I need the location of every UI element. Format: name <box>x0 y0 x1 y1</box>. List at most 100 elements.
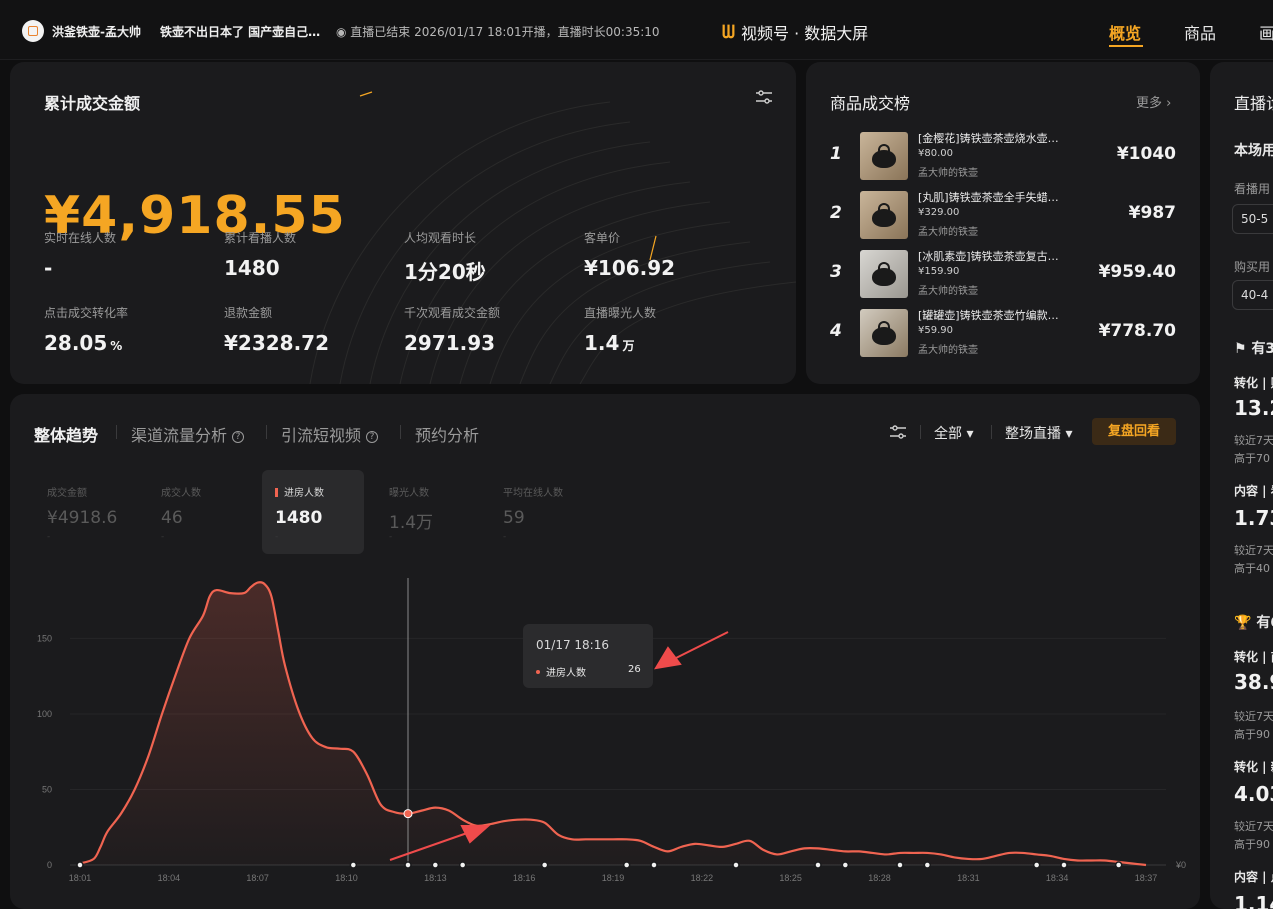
event-marker <box>732 861 740 869</box>
live-diagnosis-card: 直播诊 本场用 看播用 50-5 购买用 40-4 ⚑ 有3 转化 | 贩 13… <box>1210 62 1273 909</box>
event-marker <box>431 861 440 869</box>
tab-short-video[interactable]: 引流短视频? <box>281 422 379 446</box>
flag-icon: ⚑ <box>1234 341 1247 357</box>
kpi-value: ¥4918.6 <box>47 508 118 528</box>
diag-row-value: 4.03 <box>1234 782 1273 806</box>
product-shop: 孟大帅的铁壶 <box>918 227 978 238</box>
product-rank-card: 商品成交榜 更多 › 1 [金樱花]铸铁壶茶壶烧水壶… ¥80.00 孟大帅的铁… <box>806 62 1200 384</box>
metric-label: 客单价 <box>584 231 621 245</box>
product-price: ¥329.00 <box>918 207 960 218</box>
kpi-tile-active[interactable]: 进房人数 1480 - <box>262 470 364 554</box>
product-name: [冰肌素壶]铸铁壶茶壶复古… <box>918 250 1059 263</box>
kpi-label: 平均在线人数 <box>503 488 563 499</box>
tab-overall-trend[interactable]: 整体趋势 <box>34 422 98 446</box>
metric-label: 累计看播人数 <box>224 231 297 245</box>
kpi-label: 进房人数 <box>275 484 324 499</box>
filter-divider <box>991 425 992 439</box>
buy-user-pill: 40-4 <box>1232 280 1273 310</box>
product-thumbnail <box>860 309 908 357</box>
settings-sliders-icon[interactable] <box>888 423 908 441</box>
diag-row-value: 1.73 <box>1234 506 1273 530</box>
diagnosis-title: 直播诊 <box>1234 94 1273 113</box>
event-marker <box>349 861 358 869</box>
trend-line-chart[interactable]: 0 50 100 150 ¥0 18:01 18:04 18:07 18:10 18:13 18:1… <box>10 564 1200 909</box>
event-marker <box>1114 861 1123 869</box>
event-marker <box>923 861 932 869</box>
watch-user-label: 看播用 <box>1234 182 1271 196</box>
more-link[interactable]: 更多 › <box>1136 92 1171 111</box>
product-shop: 孟大帅的铁壶 <box>918 286 978 297</box>
event-marker <box>540 861 549 869</box>
tab-reservation[interactable]: 预约分析 <box>415 422 479 446</box>
replay-button[interactable]: 复盘回看 <box>1092 418 1176 445</box>
x-tick-label: 18:31 <box>957 873 980 883</box>
rank-item[interactable]: 2 [丸肌]铸铁壶茶壶全手失蜡… ¥329.00 孟大帅的铁壶 ¥987 <box>806 187 1200 243</box>
settings-sliders-icon[interactable] <box>754 88 774 106</box>
metric-label: 直播曝光人数 <box>584 306 657 320</box>
shop-logo <box>22 20 44 42</box>
tab-products[interactable]: 商品 <box>1184 20 1216 44</box>
tooltip-series: 进房人数 <box>536 664 586 679</box>
diag-row-value: 13.2 <box>1234 396 1273 420</box>
gmv-card: 累计成交金额 ¥4,918.55 实时在线人数 - 累计看播人数 1480 人均… <box>10 62 796 384</box>
kpi-value: 46 <box>161 508 183 528</box>
diag-row-higher: 高于70 <box>1234 452 1270 465</box>
chart-tooltip: 01/17 18:16 进房人数 26 <box>523 624 653 688</box>
trend-card: 整体趋势 渠道流量分析? 引流短视频? 预约分析 全部 ▾ 整场直播 ▾ 复盘回… <box>10 394 1200 909</box>
help-icon[interactable]: ? <box>232 431 245 443</box>
product-thumbnail <box>860 191 908 239</box>
tooltip-time: 01/17 18:16 <box>536 638 609 652</box>
kpi-tile[interactable]: 曝光人数 1.4万 - <box>376 470 478 554</box>
kpi-value: 1480 <box>275 508 323 528</box>
diag-row-compare: 较近7天 <box>1234 544 1273 557</box>
rank-number: 3 <box>830 262 842 282</box>
rank-title: 商品成交榜 <box>830 94 911 113</box>
rank-item[interactable]: 3 [冰肌素壶]铸铁壶茶壶复古… ¥159.90 孟大帅的铁壶 ¥959.40 <box>806 246 1200 302</box>
kpi-compare: - <box>503 532 507 542</box>
event-marker <box>458 861 467 869</box>
product-price: ¥59.90 <box>918 325 953 336</box>
kpi-compare: - <box>47 532 51 542</box>
x-tick-label: 18:19 <box>602 873 625 883</box>
diagnosis-subtitle: 本场用 <box>1234 143 1273 159</box>
help-icon[interactable]: ? <box>366 431 379 443</box>
metric-label: 人均观看时长 <box>404 231 477 245</box>
kpi-tile[interactable]: 平均在线人数 59 - <box>490 470 592 554</box>
product-gmv: ¥1040 <box>1116 144 1176 164</box>
kpi-compare: - <box>161 532 165 542</box>
channels-logo-icon: ᗯ <box>722 21 735 43</box>
tab-divider <box>400 425 401 439</box>
kpi-compare: - <box>389 532 393 542</box>
kpi-compare: - <box>275 532 279 542</box>
metric-value: 1480 <box>224 256 280 280</box>
shop-name: 洪釜铁壶-孟大帅 <box>52 25 141 39</box>
metric-value: ¥106.92 <box>584 256 676 280</box>
tab-channel-traffic[interactable]: 渠道流量分析? <box>131 422 245 446</box>
filter-all-dropdown[interactable]: 全部 ▾ <box>934 423 973 443</box>
kpi-value: 1.4万 <box>389 513 434 533</box>
rank-item[interactable]: 1 [金樱花]铸铁壶茶壶烧水壶… ¥80.00 孟大帅的铁壶 ¥1040 <box>806 128 1200 184</box>
metric-value: - <box>44 256 53 280</box>
diag-row-title: 转化 | 贩 <box>1234 376 1273 390</box>
brand-title: 视频号 · 数据大屏 <box>741 24 869 43</box>
y-tick-label: 100 <box>37 709 52 719</box>
section-trophy: 🏆 有6 <box>1234 615 1273 631</box>
event-marker <box>814 861 822 869</box>
tab-overview[interactable]: 概览 <box>1109 20 1141 44</box>
event-marker <box>76 861 84 869</box>
diag-row-compare: 较近7天 <box>1234 820 1273 833</box>
product-shop: 孟大帅的铁壶 <box>918 168 978 179</box>
metric-value: ¥2328.72 <box>224 331 330 355</box>
diag-row-compare: 较近7天 <box>1234 710 1273 723</box>
product-name: [罐罐壶]铸铁壶茶壶竹编款… <box>918 309 1059 322</box>
kpi-tile[interactable]: 成交人数 46 - <box>148 470 250 554</box>
diag-row-title: 内容 | 看 <box>1234 484 1273 498</box>
kpi-tile[interactable]: 成交金额 ¥4918.6 - <box>34 470 136 554</box>
event-marker <box>622 861 631 869</box>
tab-audience[interactable]: 画 <box>1259 20 1273 44</box>
rank-number: 2 <box>830 203 842 223</box>
rank-item[interactable]: 4 [罐罐壶]铸铁壶茶壶竹编款… ¥59.90 孟大帅的铁壶 ¥778.70 <box>806 305 1200 361</box>
scope-dropdown[interactable]: 整场直播 ▾ <box>1005 423 1072 443</box>
x-tick-label: 18:01 <box>69 873 92 883</box>
diag-row-title: 转化 | 新 <box>1234 760 1273 774</box>
